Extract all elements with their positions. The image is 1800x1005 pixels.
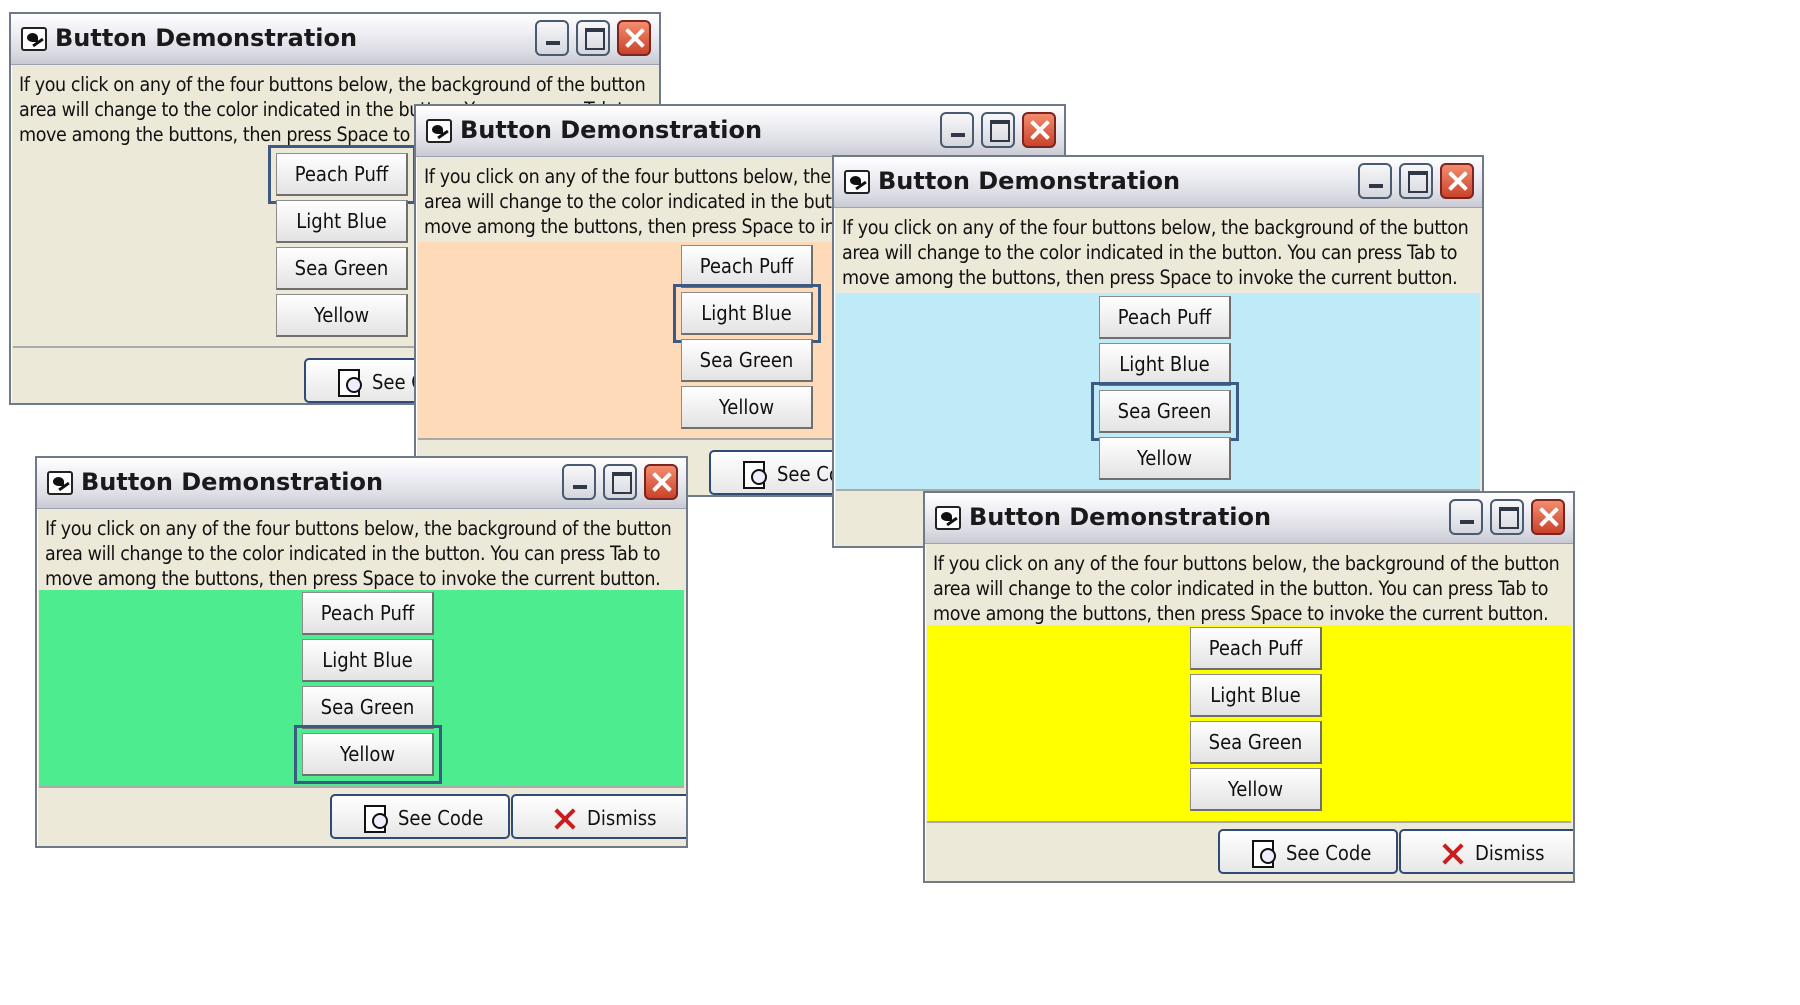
dialog-window: Button Demonstration If you click on any …	[35, 456, 688, 848]
light-blue-button[interactable]: Light Blue	[1190, 674, 1322, 717]
description-text: If you click on any of the four buttons …	[842, 215, 1474, 290]
peach-puff-button[interactable]: Peach Puff	[268, 145, 416, 204]
sea-green-button[interactable]: Sea Green	[276, 247, 408, 290]
window-controls	[936, 112, 1056, 148]
window-title: Button Demonstration	[969, 503, 1272, 531]
description-line: move among the buttons, then press Space…	[933, 602, 1549, 625]
light-blue-button[interactable]: Light Blue	[276, 200, 408, 243]
maximize-button[interactable]	[576, 20, 610, 56]
description-text: If you click on any of the four buttons …	[933, 551, 1565, 626]
x-icon	[551, 803, 579, 833]
close-button[interactable]	[1022, 112, 1056, 148]
window-controls	[1445, 499, 1565, 535]
minimize-button[interactable]	[562, 464, 596, 500]
window-title: Button Demonstration	[55, 24, 358, 52]
description-line: area will change to the color indicated …	[45, 542, 661, 565]
description-line: If you click on any of the four buttons …	[842, 216, 1469, 239]
yellow-button[interactable]: Yellow	[681, 386, 813, 429]
window-controls	[531, 20, 651, 56]
app-icon	[21, 27, 47, 51]
peach-puff-button[interactable]: Peach Puff	[1099, 296, 1231, 339]
close-button[interactable]	[644, 464, 678, 500]
minimize-button[interactable]	[1449, 499, 1483, 535]
see-code-button[interactable]: See Code	[330, 794, 510, 839]
description-text: If you click on any of the four buttons …	[45, 516, 678, 591]
document-magnifier-icon	[362, 803, 390, 833]
window-title: Button Demonstration	[878, 167, 1181, 195]
document-magnifier-icon	[336, 367, 364, 397]
description-line: If you click on any of the four buttons …	[933, 552, 1560, 575]
window-controls	[558, 464, 678, 500]
description-line: move among the buttons, then press Space…	[842, 266, 1458, 289]
close-button[interactable]	[617, 20, 651, 56]
x-icon	[1439, 838, 1467, 868]
app-icon	[47, 471, 73, 495]
see-code-label: See Code	[1286, 841, 1372, 865]
light-blue-button[interactable]: Light Blue	[302, 639, 434, 682]
minimize-button[interactable]	[940, 112, 974, 148]
title-bar[interactable]: Button Demonstration	[37, 458, 686, 509]
title-bar[interactable]: Button Demonstration	[834, 157, 1482, 208]
minimize-button[interactable]	[1358, 163, 1392, 199]
description-line: If you click on any of the four buttons …	[45, 517, 672, 540]
see-code-button[interactable]: See Code	[1218, 829, 1398, 874]
yellow-button[interactable]: Yellow	[1190, 768, 1322, 811]
close-button[interactable]	[1531, 499, 1565, 535]
minimize-button[interactable]	[535, 20, 569, 56]
window-controls	[1354, 163, 1474, 199]
dismiss-label: Dismiss	[1475, 841, 1545, 865]
document-magnifier-icon	[1250, 838, 1278, 868]
sea-green-button[interactable]: Sea Green	[1091, 382, 1239, 441]
maximize-button[interactable]	[1399, 163, 1433, 199]
maximize-button[interactable]	[603, 464, 637, 500]
see-code-label: See Code	[398, 806, 484, 830]
window-title: Button Demonstration	[460, 116, 763, 144]
maximize-button[interactable]	[1490, 499, 1524, 535]
description-line: area will change to the color indicated …	[842, 241, 1458, 264]
dismiss-button[interactable]: Dismiss	[511, 794, 686, 839]
app-icon	[844, 170, 870, 194]
peach-puff-button[interactable]: Peach Puff	[681, 245, 813, 288]
maximize-button[interactable]	[981, 112, 1015, 148]
sea-green-button[interactable]: Sea Green	[1190, 721, 1322, 764]
title-bar[interactable]: Button Demonstration	[416, 106, 1064, 157]
description-line: area will change to the color indicated …	[933, 577, 1549, 600]
dismiss-label: Dismiss	[587, 806, 657, 830]
sea-green-button[interactable]: Sea Green	[681, 339, 813, 382]
title-bar[interactable]: Button Demonstration	[925, 493, 1573, 544]
light-blue-button[interactable]: Light Blue	[673, 284, 821, 343]
title-bar[interactable]: Button Demonstration	[11, 14, 659, 65]
app-icon	[935, 506, 961, 530]
close-button[interactable]	[1440, 163, 1474, 199]
peach-puff-button[interactable]: Peach Puff	[302, 592, 434, 635]
peach-puff-button[interactable]: Peach Puff	[1190, 627, 1322, 670]
description-line: move among the buttons, then press Space…	[45, 567, 661, 590]
yellow-button[interactable]: Yellow	[276, 294, 408, 337]
description-line: If you click on any of the four buttons …	[19, 73, 646, 96]
dialog-window: Button Demonstration If you click on any …	[923, 491, 1575, 883]
document-magnifier-icon	[741, 459, 769, 489]
window-title: Button Demonstration	[81, 468, 384, 496]
app-icon	[426, 119, 452, 143]
dialog-window: Button Demonstration If you click on any …	[832, 155, 1484, 548]
yellow-button[interactable]: Yellow	[294, 725, 442, 784]
dismiss-button[interactable]: Dismiss	[1399, 829, 1573, 874]
light-blue-button[interactable]: Light Blue	[1099, 343, 1231, 386]
yellow-button[interactable]: Yellow	[1099, 437, 1231, 480]
sea-green-button[interactable]: Sea Green	[302, 686, 434, 729]
